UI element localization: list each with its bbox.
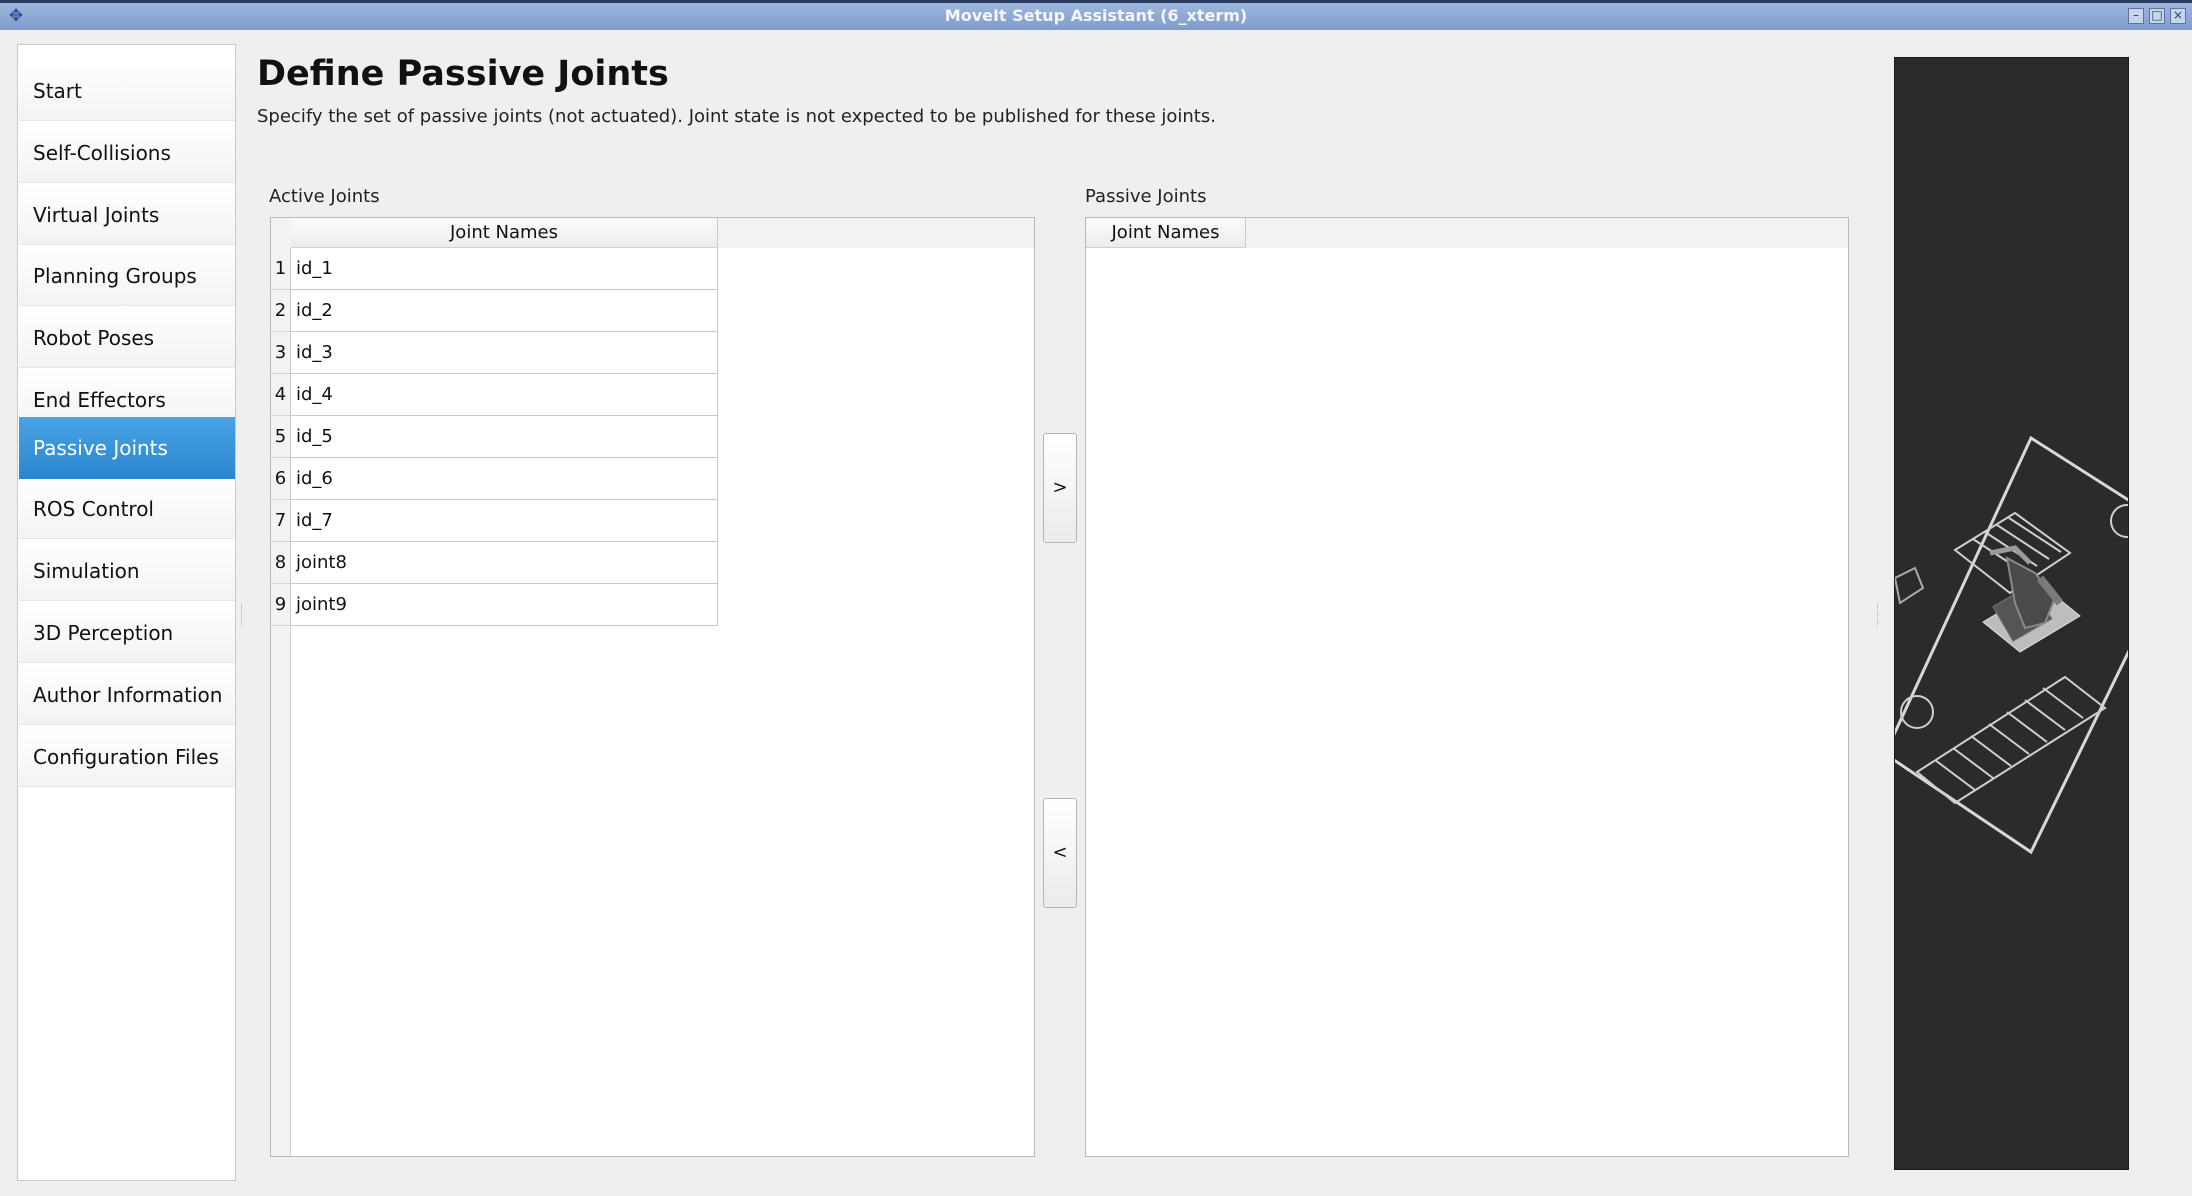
joint-name-cell[interactable]: id_7 xyxy=(291,500,718,542)
page-description: Specify the set of passive joints (not a… xyxy=(257,106,1216,127)
joint-name-cell[interactable]: id_2 xyxy=(291,290,718,332)
page-title: Define Passive Joints xyxy=(257,54,669,94)
passive-joints-label: Passive Joints xyxy=(1085,186,1207,207)
table-row[interactable]: 1 id_1 xyxy=(271,248,901,290)
table-row[interactable]: 9 joint9 xyxy=(271,584,901,626)
sidebar-item-virtual-joints[interactable]: Virtual Joints xyxy=(19,185,235,245)
remove-passive-joint-button[interactable]: < xyxy=(1043,798,1077,908)
row-index: 9 xyxy=(271,584,291,626)
sidebar-item-planning-groups[interactable]: Planning Groups xyxy=(19,246,235,306)
row-index: 7 xyxy=(271,500,291,542)
table-row[interactable]: 4 id_4 xyxy=(271,374,901,416)
active-joint-names-header[interactable]: Joint Names xyxy=(291,218,718,248)
table-row[interactable]: 3 id_3 xyxy=(271,332,901,374)
joint-name-cell[interactable]: id_4 xyxy=(291,374,718,416)
table-row[interactable]: 8 joint8 xyxy=(271,542,901,584)
row-index: 1 xyxy=(271,248,291,290)
row-index: 2 xyxy=(271,290,291,332)
viewer-splitter-handle[interactable] xyxy=(1877,604,1880,626)
sidebar-item-start[interactable]: Start xyxy=(19,61,235,121)
active-joints-table[interactable]: Joint Names 1 id_1 2 id_2 3 id_3 4 id_4 … xyxy=(270,217,1035,1157)
window-title: MoveIt Setup Assistant (6_xterm) xyxy=(944,6,1248,25)
row-index: 4 xyxy=(271,374,291,416)
joint-name-cell[interactable]: id_5 xyxy=(291,416,718,458)
sidebar-item-configuration-files[interactable]: Configuration Files xyxy=(19,727,235,787)
joint-name-cell[interactable]: id_1 xyxy=(291,248,718,290)
sidebar-item-simulation[interactable]: Simulation xyxy=(19,541,235,601)
joint-name-cell[interactable]: joint9 xyxy=(291,584,718,626)
row-index: 8 xyxy=(271,542,291,584)
table-row[interactable]: 2 id_2 xyxy=(271,290,901,332)
sidebar-item-3d-perception[interactable]: 3D Perception xyxy=(19,603,235,663)
joint-name-cell[interactable]: id_6 xyxy=(291,458,718,500)
maximize-button[interactable]: □ xyxy=(2149,8,2165,24)
row-index: 5 xyxy=(271,416,291,458)
joint-name-cell[interactable]: joint8 xyxy=(291,542,718,584)
joint-name-cell[interactable]: id_3 xyxy=(291,332,718,374)
sidebar-item-robot-poses[interactable]: Robot Poses xyxy=(19,308,235,368)
row-index: 3 xyxy=(271,332,291,374)
sidebar-item-passive-joints[interactable]: Passive Joints xyxy=(19,417,235,479)
row-index: 6 xyxy=(271,458,291,500)
sidebar-item-author-information[interactable]: Author Information xyxy=(19,665,235,725)
close-button[interactable]: × xyxy=(2170,8,2186,24)
table-row[interactable]: 5 id_5 xyxy=(271,416,901,458)
sidebar-splitter-handle[interactable] xyxy=(241,604,244,626)
add-passive-joint-button[interactable]: > xyxy=(1043,433,1077,543)
table-row[interactable]: 7 id_7 xyxy=(271,500,901,542)
table-row[interactable]: 6 id_6 xyxy=(271,458,901,500)
sidebar-item-self-collisions[interactable]: Self-Collisions xyxy=(19,123,235,183)
robot-3d-viewer[interactable] xyxy=(1894,57,2129,1170)
minimize-button[interactable]: – xyxy=(2128,8,2144,24)
sidebar-item-ros-control[interactable]: ROS Control xyxy=(19,479,235,539)
active-joints-label: Active Joints xyxy=(269,186,380,207)
passive-joints-table[interactable]: Joint Names xyxy=(1085,217,1849,1157)
passive-joint-names-header[interactable]: Joint Names xyxy=(1086,218,1246,248)
window-titlebar: ✥ MoveIt Setup Assistant (6_xterm) – □ × xyxy=(0,0,2192,30)
robot-scene-render xyxy=(1895,435,2128,855)
sidebar-nav: Start Self-Collisions Virtual Joints Pla… xyxy=(17,44,236,1181)
